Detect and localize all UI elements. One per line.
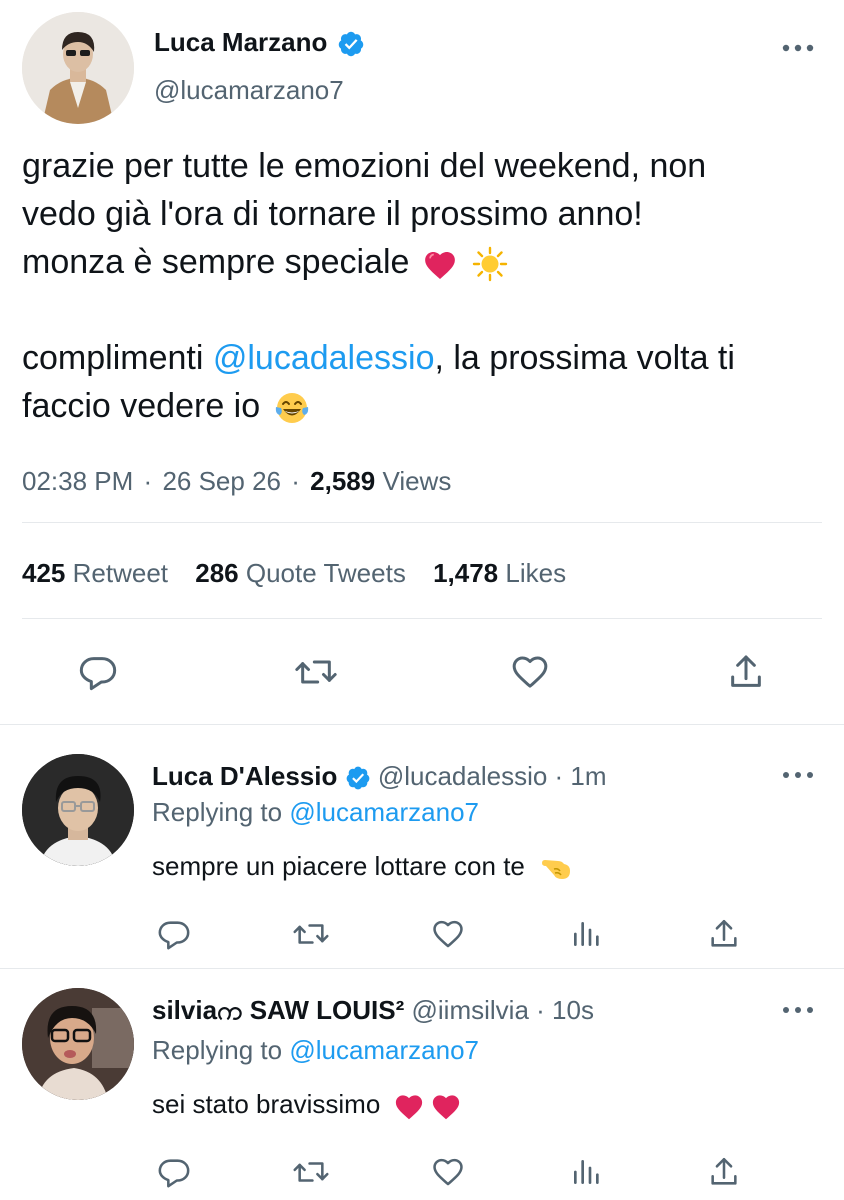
red-heart-icon bbox=[431, 1092, 461, 1120]
retweet-icon bbox=[295, 660, 337, 684]
red-heart-icon bbox=[423, 248, 457, 280]
tweet-stats: 425 Retweet 286 Quote Tweets 1,478 Likes bbox=[22, 556, 566, 590]
reply-icon bbox=[79, 657, 117, 691]
likes-stat[interactable]: 1,478 Likes bbox=[433, 558, 566, 588]
heart-outline-icon bbox=[433, 920, 463, 948]
retweet-button[interactable] bbox=[289, 914, 333, 954]
reply-button[interactable] bbox=[154, 914, 194, 954]
tweet-date[interactable]: 26 Sep 26 bbox=[162, 466, 281, 496]
divider bbox=[22, 522, 822, 523]
tweet-line-text: , la prossima volta ti bbox=[434, 339, 735, 377]
mention-link[interactable]: @lucadalessio bbox=[213, 339, 435, 377]
reply-avatar[interactable] bbox=[22, 754, 134, 866]
reply-author-handle[interactable]: @lucadalessio bbox=[378, 761, 547, 791]
retweets-label: Retweet bbox=[72, 558, 169, 588]
replying-to: Replying to @lucamarzano7 bbox=[152, 1034, 479, 1066]
analytics-icon bbox=[574, 1160, 599, 1184]
pointing-hand-icon bbox=[540, 853, 572, 883]
retweets-stat[interactable]: 425 Retweet bbox=[22, 558, 175, 588]
reply-icon bbox=[158, 1159, 190, 1188]
tweet-text: grazie per tutte le emozioni del weekend… bbox=[22, 142, 842, 430]
tweet-time[interactable]: 02:38 PM bbox=[22, 466, 133, 496]
tweet-line: vedo già l'ora di tornare il prossimo an… bbox=[22, 195, 643, 233]
retweet-button[interactable] bbox=[292, 650, 340, 694]
heart-outline-icon bbox=[433, 1158, 463, 1186]
tweet-line: grazie per tutte le emozioni del weekend… bbox=[22, 147, 707, 185]
replying-to-mention[interactable]: @lucamarzano7 bbox=[289, 1035, 479, 1065]
views-count: 2,589 bbox=[310, 466, 376, 496]
share-icon bbox=[731, 655, 761, 687]
analytics-button[interactable] bbox=[566, 914, 606, 954]
reply-time[interactable]: · 1m bbox=[555, 761, 607, 791]
retweet-icon bbox=[293, 924, 329, 944]
reply-avatar[interactable] bbox=[22, 988, 134, 1100]
like-button[interactable] bbox=[508, 650, 552, 694]
analytics-button[interactable] bbox=[566, 1152, 606, 1192]
reply-text-content: sempre un piacere lottare con te bbox=[152, 851, 525, 881]
heart-outline-icon bbox=[512, 656, 548, 688]
quotes-label: Quote Tweets bbox=[245, 558, 406, 588]
quotes-count: 286 bbox=[195, 558, 239, 588]
share-button[interactable] bbox=[704, 1152, 744, 1192]
tweet-line-text: complimenti bbox=[22, 339, 213, 377]
reply-icon bbox=[158, 921, 190, 950]
more-options-icon[interactable] bbox=[778, 1000, 818, 1020]
reply-text: sempre un piacere lottare con te bbox=[152, 850, 572, 883]
tweet-meta: 02:38 PM · 26 Sep 26 · 2,589 Views bbox=[22, 464, 451, 498]
tweet-line-text: monza è sempre speciale bbox=[22, 243, 410, 281]
author-name-row[interactable]: Luca Marzano bbox=[154, 26, 365, 58]
tweet-line-5: faccio vedere io bbox=[22, 382, 842, 430]
share-icon bbox=[711, 919, 737, 947]
views-label: Views bbox=[382, 466, 452, 496]
tweet-line-text: faccio vedere io bbox=[22, 387, 261, 425]
section-divider bbox=[0, 968, 844, 969]
reply-button[interactable] bbox=[76, 650, 120, 694]
verified-badge-icon bbox=[337, 30, 365, 58]
more-options-icon[interactable] bbox=[778, 38, 818, 58]
reply-author-name[interactable]: silviaက SAW LOUIS² bbox=[152, 995, 404, 1025]
reply-text: sei stato bravissimo bbox=[152, 1088, 461, 1120]
reply-time[interactable]: · 10s bbox=[536, 995, 594, 1025]
tweet-line-4: complimenti @lucadalessio, la prossima v… bbox=[22, 334, 842, 382]
retweet-button[interactable] bbox=[289, 1152, 333, 1192]
author-avatar[interactable] bbox=[22, 12, 134, 124]
red-heart-icon bbox=[394, 1092, 424, 1120]
reply-header: Luca D'Alessio @lucadalessio · 1m bbox=[152, 760, 607, 792]
like-button[interactable] bbox=[428, 1152, 468, 1192]
author-handle[interactable]: @lucamarzano7 bbox=[154, 74, 344, 106]
verified-badge-icon bbox=[345, 765, 371, 791]
retweets-count: 425 bbox=[22, 558, 66, 588]
reply-header: silviaက SAW LOUIS² @iimsilvia · 10s bbox=[152, 994, 594, 1026]
replying-to-label: Replying to bbox=[152, 797, 283, 827]
tears-of-joy-icon bbox=[274, 390, 310, 426]
quotes-stat[interactable]: 286 Quote Tweets bbox=[195, 558, 413, 588]
retweet-icon bbox=[293, 1162, 329, 1182]
divider bbox=[22, 618, 822, 619]
analytics-icon bbox=[574, 922, 599, 946]
tweet-line-3: monza è sempre speciale bbox=[22, 238, 842, 286]
section-divider bbox=[0, 724, 844, 725]
more-options-icon[interactable] bbox=[778, 765, 818, 785]
replying-to-mention[interactable]: @lucamarzano7 bbox=[289, 797, 479, 827]
reply-author-handle[interactable]: @iimsilvia bbox=[412, 995, 529, 1025]
reply-text-content: sei stato bravissimo bbox=[152, 1089, 381, 1119]
likes-count: 1,478 bbox=[433, 558, 499, 588]
meta-separator: · bbox=[291, 466, 300, 496]
reply-author-name[interactable]: Luca D'Alessio bbox=[152, 761, 337, 791]
replying-to-label: Replying to bbox=[152, 1035, 283, 1065]
share-icon bbox=[711, 1157, 737, 1185]
replying-to: Replying to @lucamarzano7 bbox=[152, 796, 479, 828]
sun-icon bbox=[472, 246, 508, 282]
meta-separator: · bbox=[143, 466, 153, 496]
likes-label: Likes bbox=[505, 558, 567, 588]
author-name[interactable]: Luca Marzano bbox=[154, 27, 327, 57]
like-button[interactable] bbox=[428, 914, 468, 954]
share-button[interactable] bbox=[724, 650, 768, 694]
share-button[interactable] bbox=[704, 914, 744, 954]
reply-button[interactable] bbox=[154, 1152, 194, 1192]
